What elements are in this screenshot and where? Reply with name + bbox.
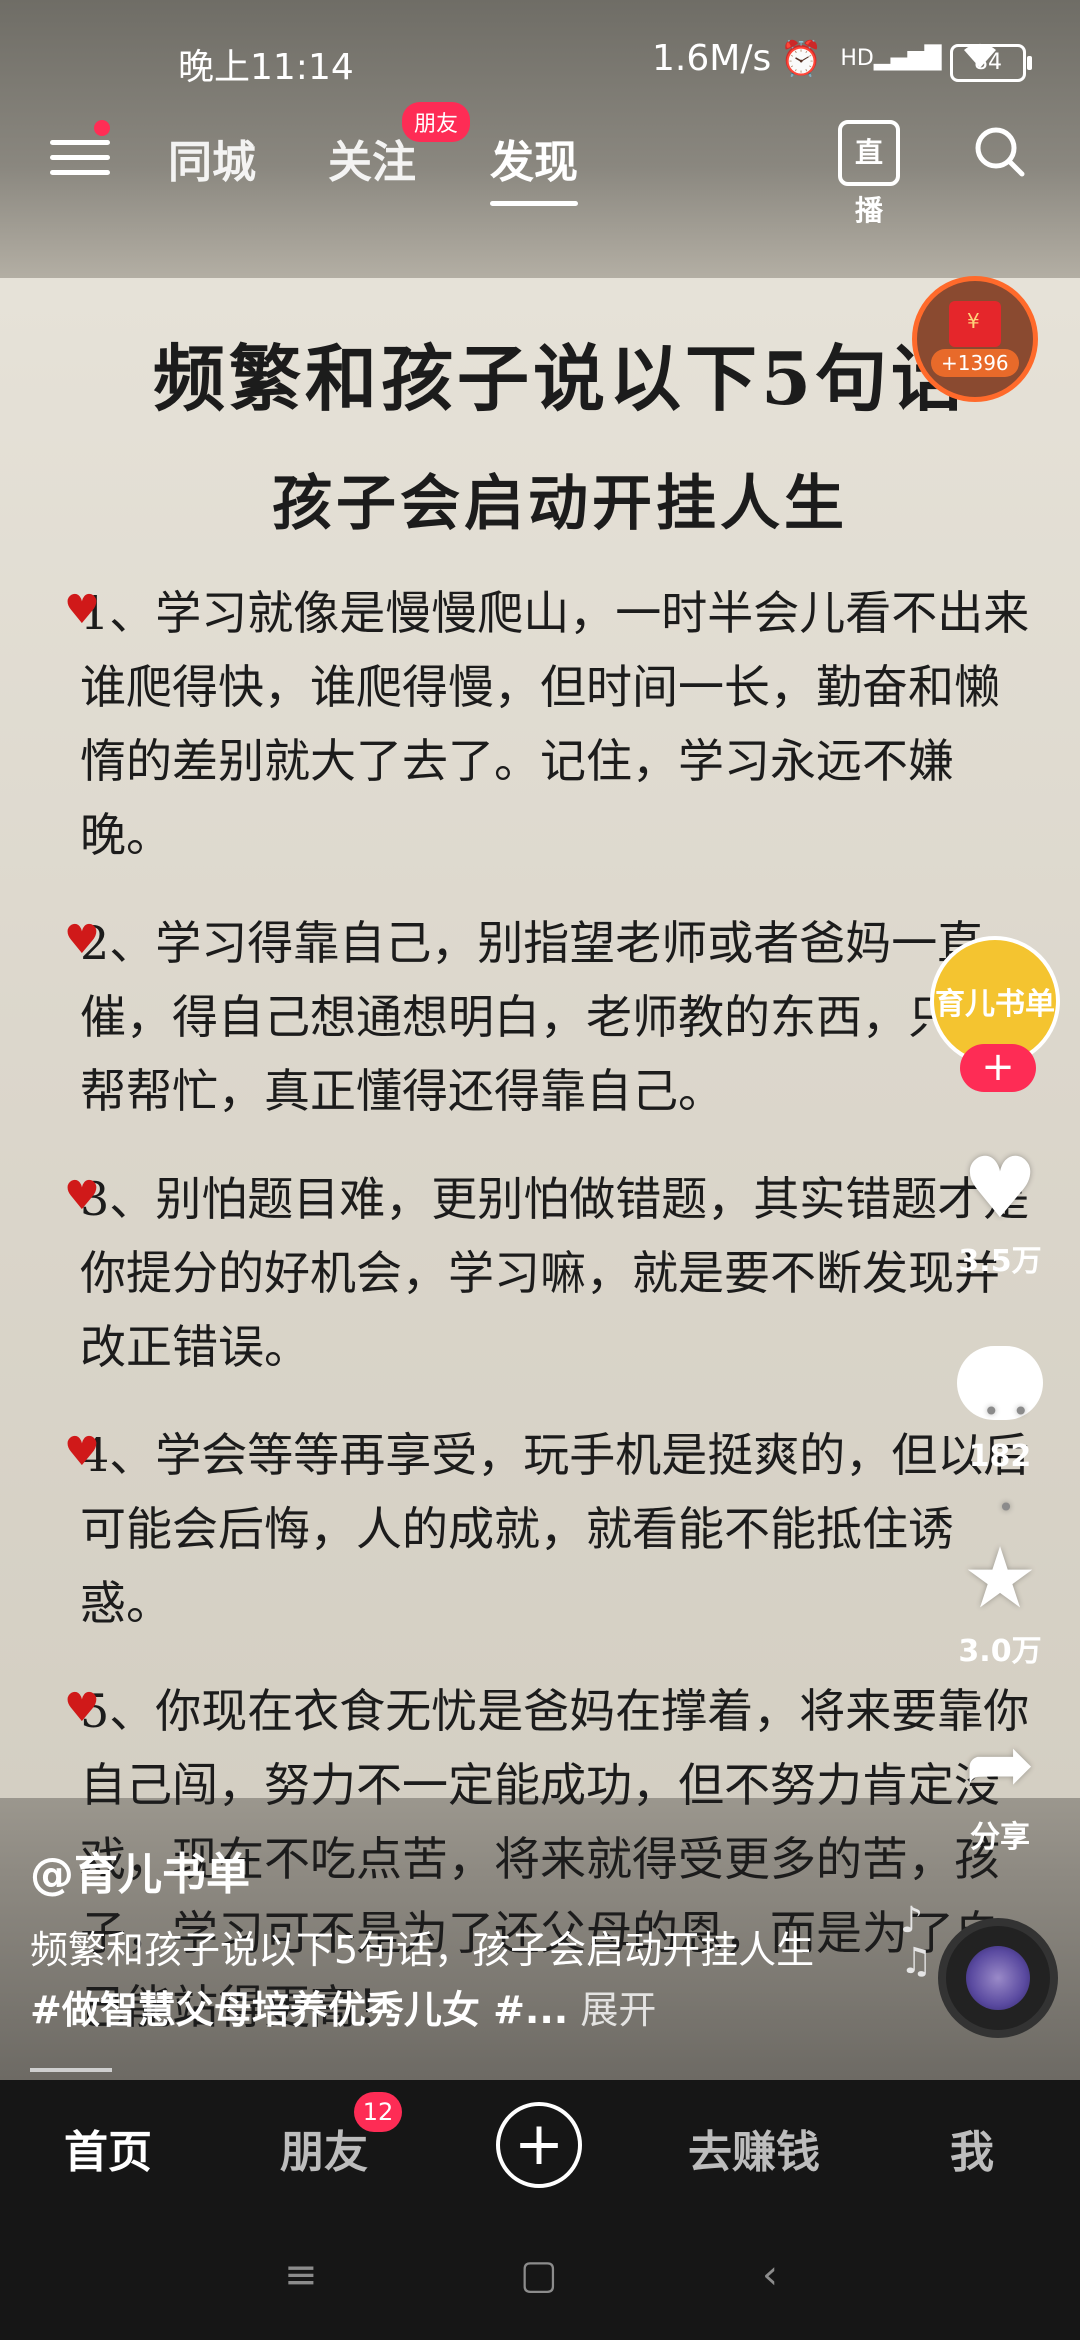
signal-icon: HD▂▄▆█ — [840, 45, 942, 71]
description-text: 频繁和孩子说以下5句话，孩子会启动开挂人生 — [30, 1928, 815, 1972]
content-subtitle: 孩子会启动开挂人生 — [272, 469, 848, 539]
tab-home[interactable]: 首页 — [64, 2116, 152, 2180]
share-button[interactable]: ➦ 分享 — [940, 1716, 1060, 1856]
tab-earn[interactable]: 去赚钱 — [688, 2116, 820, 2180]
home-icon[interactable]: ▢ — [520, 2252, 558, 2298]
comment-icon — [957, 1346, 1043, 1556]
like-button[interactable]: ♥ 3.5万 — [940, 1140, 1060, 1280]
expand-button[interactable]: 展开 — [580, 1988, 656, 2032]
red-packet-button[interactable]: +1396 — [912, 276, 1038, 402]
hashtag[interactable]: #做智慧父母培养优秀儿女 #... — [30, 1988, 568, 2032]
content-item: ♥ 1、学习就像是慢慢爬山，一时半会儿看不出来谁爬得快，谁爬得慢，但时间一长，勤… — [64, 586, 1030, 862]
bottom-tab-bar: 首页 朋友 12 + 去赚钱 我 — [0, 2080, 1080, 2210]
menu-button[interactable] — [50, 130, 110, 190]
share-label: 分享 — [970, 1820, 1030, 1855]
share-icon: ➦ — [964, 1715, 1036, 1813]
heart-icon: ♥ — [64, 587, 100, 633]
heart-icon: ♥ — [64, 1685, 100, 1731]
tab-following[interactable]: 关注 — [328, 126, 416, 190]
tab-local[interactable]: 同城 — [168, 126, 256, 190]
like-count: 3.5万 — [958, 1244, 1042, 1279]
heart-icon: ♥ — [64, 1173, 100, 1219]
alarm-icon: ⏰ — [780, 38, 823, 79]
system-nav-bar: ≡ ▢ ‹ — [0, 2210, 1080, 2340]
create-button[interactable]: + — [496, 2102, 582, 2188]
red-packet-count: +1396 — [931, 349, 1019, 377]
network-speed: 1.6M/s — [652, 38, 772, 79]
tab-me[interactable]: 我 — [950, 2116, 994, 2180]
status-bar: 晚上11:14 1.6M/s ⏰ HD▂▄▆█ 84 — [0, 0, 1080, 120]
recent-apps-icon[interactable]: ≡ — [284, 2252, 318, 2298]
video-progress[interactable] — [30, 2068, 112, 2072]
video-description[interactable]: 频繁和孩子说以下5句话，孩子会启动开挂人生 #做智慧父母培养优秀儿女 #... … — [30, 1920, 830, 2040]
follow-button[interactable]: + — [960, 1044, 1036, 1092]
search-icon[interactable] — [972, 124, 1028, 180]
star-icon: ★ — [962, 1529, 1038, 1627]
heart-icon: ♥ — [64, 1429, 100, 1475]
favorite-button[interactable]: ★ 3.0万 — [940, 1530, 1060, 1670]
friend-badge: 朋友 — [402, 102, 471, 142]
tab-discover[interactable]: 发现 — [490, 126, 578, 206]
menu-notification-dot — [94, 120, 110, 136]
comment-button[interactable]: 182 — [940, 1336, 1060, 1556]
status-time: 晚上11:14 — [178, 47, 354, 88]
heart-icon: ♥ — [64, 917, 100, 963]
music-notes-icon: ♪ ♫ — [900, 1900, 933, 1982]
content-item: ♥ 4、学会等等再享受，玩手机是挺爽的，但以后可能会后悔，人的成就，就看能不能抵… — [64, 1428, 1030, 1630]
battery-indicator: 84 — [950, 44, 1032, 82]
top-nav: 同城 关注 朋友 发现 直播 — [0, 102, 1080, 230]
live-button[interactable]: 直播 — [838, 120, 900, 227]
content-item: ♥ 3、别怕题目难，更别怕做错题，其实错题才是你提分的好机会，学习嘛，就是要不断… — [64, 1172, 1030, 1374]
tab-friends[interactable]: 朋友 — [280, 2116, 368, 2180]
red-envelope-icon — [949, 301, 1001, 347]
music-disc[interactable] — [938, 1918, 1058, 2038]
author-name[interactable]: @育儿书单 — [30, 1838, 250, 1902]
favorite-count: 3.0万 — [958, 1634, 1042, 1669]
video-content: 频繁和孩子说以下5句话 孩子会启动开挂人生 ♥ 1、学习就像是慢慢爬山，一时半会… — [64, 310, 1040, 2044]
back-icon[interactable]: ‹ — [762, 2252, 778, 2298]
content-item: ♥ 2、学习得靠自己，别指望老师或者爸妈一直催，得自己想通想明白，老师教的东西，… — [64, 916, 1000, 1118]
friends-badge: 12 — [354, 2092, 402, 2132]
heart-icon: ♥ — [962, 1139, 1038, 1237]
content-title: 频繁和孩子说以下5句话 — [152, 336, 968, 421]
